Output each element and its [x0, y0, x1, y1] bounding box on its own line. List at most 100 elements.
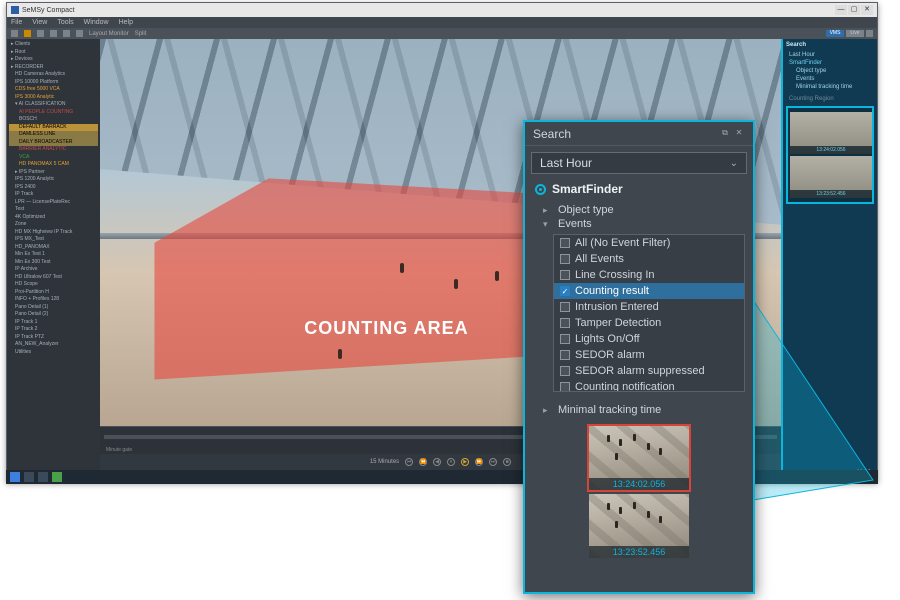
events-list[interactable]: All (No Event Filter)All EventsLine Cros… [553, 234, 745, 392]
menu-window[interactable]: Window [84, 19, 109, 26]
tree-node[interactable]: ▸ IPS Partner [9, 169, 98, 177]
tree-node[interactable]: IP Archive [9, 266, 98, 274]
taskbar-icon[interactable] [24, 472, 34, 482]
tree-node[interactable]: CDS free 5000 VCA [9, 86, 98, 94]
playback-speed[interactable]: 15 Minutes [370, 459, 399, 465]
tree-node[interactable]: HD PANOMAX 5 CAM [9, 161, 98, 169]
taskbar-icon[interactable] [38, 472, 48, 482]
checkbox-icon[interactable] [560, 318, 570, 328]
view-tab-vms[interactable]: VMS [826, 30, 844, 37]
checkbox-icon[interactable] [560, 334, 570, 344]
tree-node[interactable]: Pano Detail (1) [9, 304, 98, 312]
tree-node[interactable]: IPS 3000 Analytic [9, 94, 98, 102]
tree-node[interactable]: ▸ Root [9, 49, 98, 57]
toolbar-icon[interactable] [76, 30, 83, 37]
tree-node[interactable]: Proi-Partition H [9, 289, 98, 297]
checkbox-icon[interactable] [560, 350, 570, 360]
menu-view[interactable]: View [32, 19, 47, 26]
tree-node[interactable]: HD MX Highview IP Track [9, 229, 98, 237]
event-option[interactable]: Lights On/Off [554, 331, 744, 347]
tree-node[interactable]: ▸ Clients [9, 41, 98, 49]
toolbar-icon[interactable] [11, 30, 18, 37]
tree-node[interactable]: LPR — LicensePlateRec [9, 199, 98, 207]
result-thumb[interactable]: 13:23:52.456 [589, 494, 689, 558]
pb-rewind-button[interactable]: ⏪ [419, 458, 427, 466]
timerange-dropdown[interactable]: Last Hour ⌄ [531, 152, 747, 174]
section-object-type[interactable]: Object type [525, 204, 753, 218]
sidebar-item-events[interactable]: Events [786, 75, 874, 83]
tree-node[interactable]: Pano Detail (2) [9, 311, 98, 319]
checkbox-icon[interactable] [560, 302, 570, 312]
sidebar-thumb[interactable]: 13:23:52.456 [790, 156, 872, 198]
tree-node[interactable]: IP Track 2 [9, 326, 98, 334]
event-option[interactable]: ✓Counting result [554, 283, 744, 299]
tree-node[interactable]: DAMLESS LINE [9, 131, 98, 139]
menu-tools[interactable]: Tools [57, 19, 73, 26]
pb-play-button[interactable]: ▶ [461, 458, 469, 466]
tree-node[interactable]: ▾ AI CLASSIFICATION [9, 101, 98, 109]
sidebar-item-object[interactable]: Object type [786, 67, 874, 75]
event-option[interactable]: SEDOR alarm [554, 347, 744, 363]
tree-node[interactable]: IPS 1200 Analytic [9, 176, 98, 184]
sidebar-last-hour[interactable]: Last Hour [786, 51, 874, 59]
event-option[interactable]: SEDOR alarm suppressed [554, 363, 744, 379]
window-maximize-button[interactable]: ▢ [848, 5, 860, 15]
event-option[interactable]: All Events [554, 251, 744, 267]
tree-node[interactable]: HD Ultralow 607 Test [9, 274, 98, 282]
sidebar-item-minimal[interactable]: Minimal tracking time [786, 83, 874, 91]
checkbox-icon[interactable]: ✓ [560, 286, 570, 296]
tree-node[interactable]: DEFAULT BARRACK [9, 124, 98, 132]
tree-node[interactable]: DAILY BROADCASTER [9, 139, 98, 147]
tree-node[interactable]: BOSCH [9, 116, 98, 124]
pb-last-button[interactable]: ■ [503, 458, 511, 466]
tree-node[interactable]: AN_NEW_Analyzer [9, 341, 98, 349]
taskbar-icon[interactable] [52, 472, 62, 482]
sidebar-thumb[interactable]: 13:24:02.056 [790, 112, 872, 154]
event-option[interactable]: Intrusion Entered [554, 299, 744, 315]
panel-popout-icon[interactable]: ⧉ [719, 128, 731, 140]
tree-node[interactable]: ▸ RECORDER [9, 64, 98, 72]
event-option[interactable]: Counting notification [554, 379, 744, 392]
tree-node[interactable]: IP Track [9, 191, 98, 199]
event-option[interactable]: All (No Event Filter) [554, 235, 744, 251]
toolbar-icon[interactable] [37, 30, 44, 37]
tree-node[interactable]: BARRIER ANALYTIC [9, 146, 98, 154]
toolbar-icon[interactable] [866, 30, 873, 37]
taskbar-start-icon[interactable] [10, 472, 20, 482]
tree-node[interactable]: Zone [9, 221, 98, 229]
smartfinder-radio[interactable]: SmartFinder [525, 176, 753, 204]
pb-pause-button[interactable]: ⏸ [447, 458, 455, 466]
tree-node[interactable]: HD_PANOMAX [9, 244, 98, 252]
tree-node[interactable]: IP Track 1 [9, 319, 98, 327]
tree-node[interactable]: INFO + Profiles 128 [9, 296, 98, 304]
tree-node[interactable]: IP Track PTZ [9, 334, 98, 342]
checkbox-icon[interactable] [560, 254, 570, 264]
view-tab-live[interactable]: Live [846, 30, 864, 37]
tree-node[interactable]: Min Ex Test 1 [9, 251, 98, 259]
toolbar-icon[interactable] [63, 30, 70, 37]
tree-node[interactable]: Utilities [9, 349, 98, 357]
tree-node[interactable]: 4K Optimized [9, 214, 98, 222]
tree-node[interactable]: IPS MX_Test [9, 236, 98, 244]
tree-node[interactable]: Test [9, 206, 98, 214]
event-option[interactable]: Tamper Detection [554, 315, 744, 331]
checkbox-icon[interactable] [560, 382, 570, 392]
pb-ffwd-button[interactable]: ⏭ [489, 458, 497, 466]
checkbox-icon[interactable] [560, 270, 570, 280]
sidebar-smartfinder[interactable]: SmartFinder [786, 59, 874, 67]
menu-help[interactable]: Help [119, 19, 133, 26]
tree-node[interactable]: HD Cameras Analytics [9, 71, 98, 79]
tree-node[interactable]: IPS 2400 [9, 184, 98, 192]
pb-stepfwd-button[interactable]: ⏩ [475, 458, 483, 466]
tree-node[interactable]: IPS 10000 Platform [9, 79, 98, 87]
pb-stepback-button[interactable]: ◀ [433, 458, 441, 466]
toolbar-icon[interactable] [24, 30, 31, 37]
checkbox-icon[interactable] [560, 238, 570, 248]
tree-node[interactable]: HD Scope [9, 281, 98, 289]
tree-node[interactable]: AI PEOPLE COUNTING [9, 109, 98, 117]
pb-first-button[interactable]: ⏮ [405, 458, 413, 466]
checkbox-icon[interactable] [560, 366, 570, 376]
result-thumb[interactable]: 13:24:02.056 [589, 426, 689, 490]
tree-node[interactable]: ▸ Devices [9, 56, 98, 64]
event-option[interactable]: Line Crossing In [554, 267, 744, 283]
